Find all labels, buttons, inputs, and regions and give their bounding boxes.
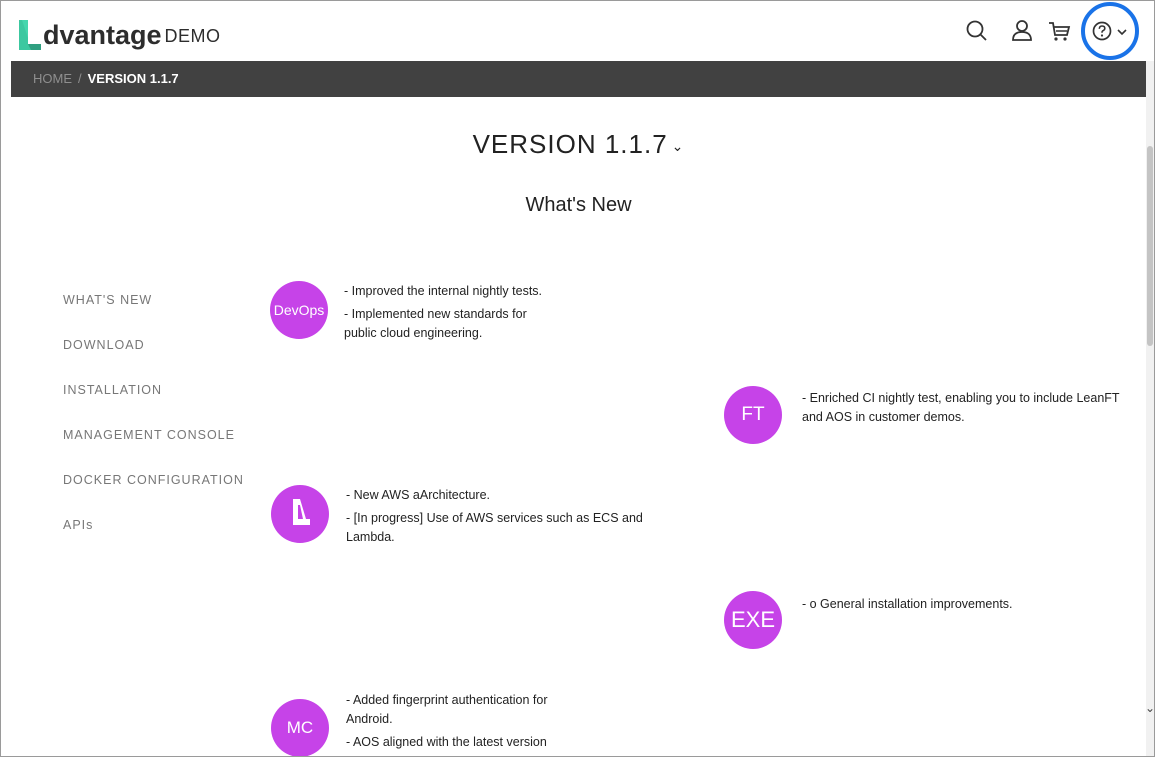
note-line: - Enriched CI nightly test, enabling you… (802, 391, 1120, 405)
scrollbar-thumb[interactable] (1147, 146, 1153, 346)
note-line: - AOS aligned with the latest version (346, 735, 547, 749)
exe-notes: - o General installation improvements. (802, 595, 1013, 614)
sidenav-item-whats-new[interactable]: WHAT'S NEW (63, 292, 244, 337)
scrollbar[interactable] (1146, 61, 1154, 756)
mc-badge: MC (271, 699, 329, 756)
note-line: Android. (346, 712, 393, 726)
note-line: and AOS in customer demos. (802, 410, 965, 424)
title-chevron-down-icon[interactable]: ⌄ (672, 138, 685, 154)
browser-viewport: dvantage DEMO HOME / VERSION 1.1.7 ⌄ VERSI… (0, 0, 1155, 757)
side-navigation: WHAT'S NEW DOWNLOAD INSTALLATION MANAGEM… (63, 292, 244, 562)
breadcrumb-separator: / (78, 71, 82, 86)
note-line: - Added fingerprint authentication for (346, 693, 548, 707)
breadcrumb-current: VERSION 1.1.7 (87, 71, 179, 86)
devops-notes: - Improved the internal nightly tests. -… (344, 282, 542, 343)
scroll-down-arrow-icon[interactable]: ⌄ (1145, 701, 1154, 715)
devops-badge: DevOps (270, 281, 328, 339)
aws-logo-badge (271, 485, 329, 543)
advantage-logo-icon (290, 498, 310, 530)
site-logo[interactable]: dvantage DEMO (19, 14, 221, 50)
aws-notes: - New AWS aArchitecture. - [In progress]… (346, 486, 643, 547)
cart-icon[interactable] (1046, 18, 1072, 44)
breadcrumb: HOME / VERSION 1.1.7 (11, 61, 1146, 97)
note-line: - o General installation improvements. (802, 597, 1013, 611)
logo-suffix: DEMO (164, 26, 221, 46)
note-line: - [In progress] Use of AWS services such… (346, 511, 643, 525)
help-highlight-ring (1081, 2, 1139, 60)
exe-badge: EXE (724, 591, 782, 649)
sidenav-item-installation[interactable]: INSTALLATION (63, 382, 244, 427)
search-icon[interactable] (964, 18, 990, 44)
ft-notes: - Enriched CI nightly test, enabling you… (802, 389, 1120, 427)
user-icon[interactable] (1009, 18, 1035, 44)
page-title-text: VERSION 1.1.7 (472, 129, 668, 159)
sidenav-item-apis[interactable]: APIs (63, 517, 244, 562)
section-subtitle: What's New (525, 194, 632, 216)
note-line: - New AWS aArchitecture. (346, 488, 491, 502)
sidenav-item-management-console[interactable]: MANAGEMENT CONSOLE (63, 427, 244, 472)
mc-notes: - Added fingerprint authentication for A… (346, 691, 548, 752)
page-title[interactable]: VERSION 1.1.7 ⌄ (1, 129, 1154, 160)
note-line: Lambda. (346, 530, 395, 544)
ft-badge: FT (724, 386, 782, 444)
note-line: public cloud engineering. (344, 326, 483, 340)
note-line: - Implemented new standards for (344, 307, 527, 321)
site-header: dvantage DEMO (1, 1, 1146, 61)
logo-wordmark: dvantage (43, 20, 162, 50)
breadcrumb-home[interactable]: HOME (33, 71, 72, 86)
advantage-logo-icon (19, 20, 41, 50)
note-line: - Improved the internal nightly tests. (344, 284, 543, 298)
sidenav-item-download[interactable]: DOWNLOAD (63, 337, 244, 382)
sidenav-item-docker-configuration[interactable]: DOCKER CONFIGURATION (63, 472, 244, 517)
